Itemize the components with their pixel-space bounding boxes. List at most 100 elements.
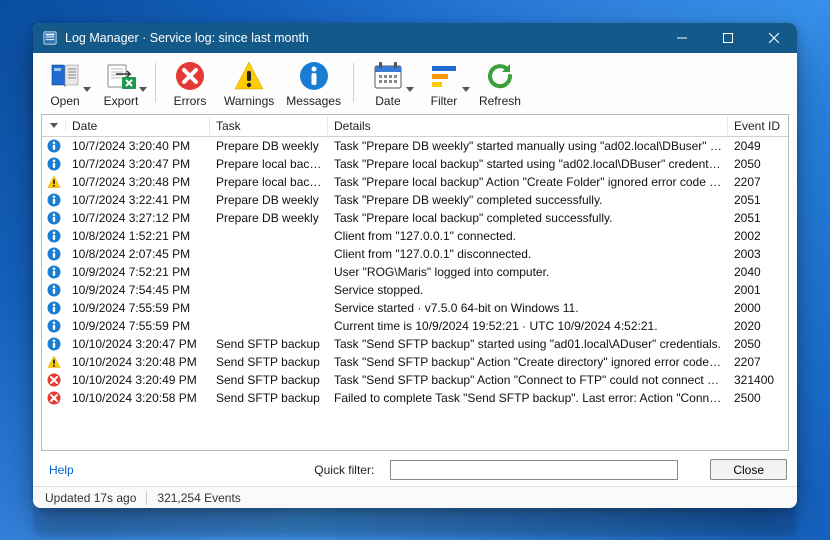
- export-excel-icon: [104, 59, 138, 93]
- chevron-down-icon: [139, 87, 147, 92]
- errors-label: Errors: [174, 94, 207, 108]
- errors-filter-button[interactable]: Errors: [162, 57, 218, 110]
- column-label: Date: [72, 119, 97, 133]
- row-type-cell: [42, 211, 66, 225]
- sort-indicator-icon: [50, 123, 58, 128]
- row-details: Task "Prepare local backup" started usin…: [328, 157, 728, 171]
- table-row[interactable]: 10/7/2024 3:22:41 PMPrepare DB weeklyTas…: [42, 191, 788, 209]
- help-link[interactable]: Help: [49, 463, 74, 477]
- error-icon: [173, 59, 207, 93]
- app-window: Log Manager · Service log: since last mo…: [33, 23, 797, 508]
- table-row[interactable]: 10/8/2024 2:07:45 PM Client from "127.0.0…: [42, 245, 788, 263]
- table-row[interactable]: 10/7/2024 3:20:40 PMPrepare DB weeklyTas…: [42, 137, 788, 155]
- row-eventid: 2050: [728, 337, 788, 351]
- row-details: Task "Prepare local backup" completed su…: [328, 211, 728, 225]
- maximize-icon: [723, 33, 733, 43]
- row-details: Client from "127.0.0.1" disconnected.: [328, 247, 728, 261]
- row-type-cell: [42, 247, 66, 261]
- row-eventid: 2051: [728, 211, 788, 225]
- row-date: 10/7/2024 3:22:41 PM: [66, 193, 210, 207]
- row-type-cell: [42, 283, 66, 297]
- row-type-cell: [42, 193, 66, 207]
- column-header-details[interactable]: Details: [328, 117, 728, 135]
- minimize-button[interactable]: [659, 23, 705, 53]
- row-details: Current time is 10/9/2024 19:52:21 · UTC…: [328, 319, 728, 333]
- refresh-button[interactable]: Refresh: [472, 57, 528, 110]
- messages-filter-button[interactable]: Messages: [280, 57, 347, 110]
- row-eventid: 2020: [728, 319, 788, 333]
- chevron-down-icon: [406, 87, 414, 92]
- grid-body[interactable]: 10/7/2024 3:20:40 PMPrepare DB weeklyTas…: [42, 137, 788, 450]
- row-eventid: 2003: [728, 247, 788, 261]
- row-task: Send SFTP backup: [210, 373, 328, 387]
- row-type-cell: [42, 391, 66, 405]
- warnings-label: Warnings: [224, 94, 274, 108]
- info-icon: [47, 265, 61, 279]
- row-type-cell: [42, 355, 66, 369]
- filter-button[interactable]: Filter: [416, 57, 472, 110]
- column-header-eventid[interactable]: Event ID: [728, 117, 788, 135]
- column-header-task[interactable]: Task: [210, 117, 328, 135]
- table-row[interactable]: 10/9/2024 7:55:59 PMService started · v7…: [42, 299, 788, 317]
- row-details: Task "Prepare local backup" Action "Crea…: [328, 175, 728, 189]
- column-header-type[interactable]: [42, 121, 66, 130]
- footer-bar: Help Quick filter: Close: [33, 451, 797, 486]
- column-label: Event ID: [734, 119, 780, 133]
- table-row[interactable]: 10/10/2024 3:20:58 PMSend SFTP backupFai…: [42, 389, 788, 407]
- open-button[interactable]: Open: [37, 57, 93, 110]
- close-button[interactable]: Close: [710, 459, 787, 480]
- row-date: 10/10/2024 3:20:58 PM: [66, 391, 210, 405]
- table-row[interactable]: 10/7/2024 3:27:12 PMPrepare DB weeklyTas…: [42, 209, 788, 227]
- column-label: Details: [334, 119, 371, 133]
- row-details: Task "Prepare DB weekly" started manuall…: [328, 139, 728, 153]
- row-type-cell: [42, 301, 66, 315]
- row-type-cell: [42, 337, 66, 351]
- info-icon: [47, 301, 61, 315]
- titlebar[interactable]: Log Manager · Service log: since last mo…: [33, 23, 797, 53]
- quick-filter-label: Quick filter:: [314, 463, 374, 477]
- row-task: Send SFTP backup: [210, 391, 328, 405]
- open-label: Open: [50, 94, 79, 108]
- row-date: 10/7/2024 3:20:40 PM: [66, 139, 210, 153]
- maximize-button[interactable]: [705, 23, 751, 53]
- export-button[interactable]: Export: [93, 57, 149, 110]
- quick-filter-input[interactable]: [390, 460, 678, 480]
- grid-header: Date Task Details Event ID: [42, 115, 788, 137]
- close-icon: [769, 33, 779, 43]
- table-row[interactable]: 10/10/2024 3:20:47 PMSend SFTP backupTas…: [42, 335, 788, 353]
- chevron-down-icon: [462, 87, 470, 92]
- status-updated: Updated 17s ago: [45, 491, 136, 505]
- table-row[interactable]: 10/9/2024 7:54:45 PMService stopped.2001: [42, 281, 788, 299]
- row-date: 10/9/2024 7:52:21 PM: [66, 265, 210, 279]
- row-date: 10/9/2024 7:55:59 PM: [66, 301, 210, 315]
- warnings-filter-button[interactable]: Warnings: [218, 57, 280, 110]
- table-row[interactable]: 10/8/2024 1:52:21 PMClient from "127.0.0…: [42, 227, 788, 245]
- error-icon: [47, 391, 61, 405]
- error-icon: [47, 373, 61, 387]
- info-icon: [47, 157, 61, 171]
- row-type-cell: [42, 229, 66, 243]
- table-row[interactable]: 10/10/2024 3:20:48 PMSend SFTP backupTas…: [42, 353, 788, 371]
- table-row[interactable]: 10/7/2024 3:20:47 PMPrepare local backup…: [42, 155, 788, 173]
- toolbar: Open Export: [33, 53, 797, 110]
- table-row[interactable]: 10/7/2024 3:20:48 PMPrepare local backup…: [42, 173, 788, 191]
- row-details: Task "Send SFTP backup" started using "a…: [328, 337, 728, 351]
- close-window-button[interactable]: [751, 23, 797, 53]
- app-icon: [43, 31, 57, 45]
- date-filter-button[interactable]: Date: [360, 57, 416, 110]
- refresh-label: Refresh: [479, 94, 521, 108]
- row-details: Task "Send SFTP backup" Action "Connect …: [328, 373, 728, 387]
- row-task: Prepare local backup: [210, 175, 328, 189]
- column-header-date[interactable]: Date: [66, 117, 210, 135]
- info-icon: [47, 247, 61, 261]
- row-date: 10/10/2024 3:20:48 PM: [66, 355, 210, 369]
- row-date: 10/9/2024 7:55:59 PM: [66, 319, 210, 333]
- date-label: Date: [375, 94, 400, 108]
- row-eventid: 2040: [728, 265, 788, 279]
- info-icon: [47, 193, 61, 207]
- table-row[interactable]: 10/9/2024 7:55:59 PM Current time is 10/9…: [42, 317, 788, 335]
- table-row[interactable]: 10/9/2024 7:52:21 PMUser "ROG\Maris" log…: [42, 263, 788, 281]
- toolbar-separator: [155, 63, 156, 102]
- row-date: 10/8/2024 2:07:45 PM: [66, 247, 210, 261]
- table-row[interactable]: 10/10/2024 3:20:49 PMSend SFTP backupTas…: [42, 371, 788, 389]
